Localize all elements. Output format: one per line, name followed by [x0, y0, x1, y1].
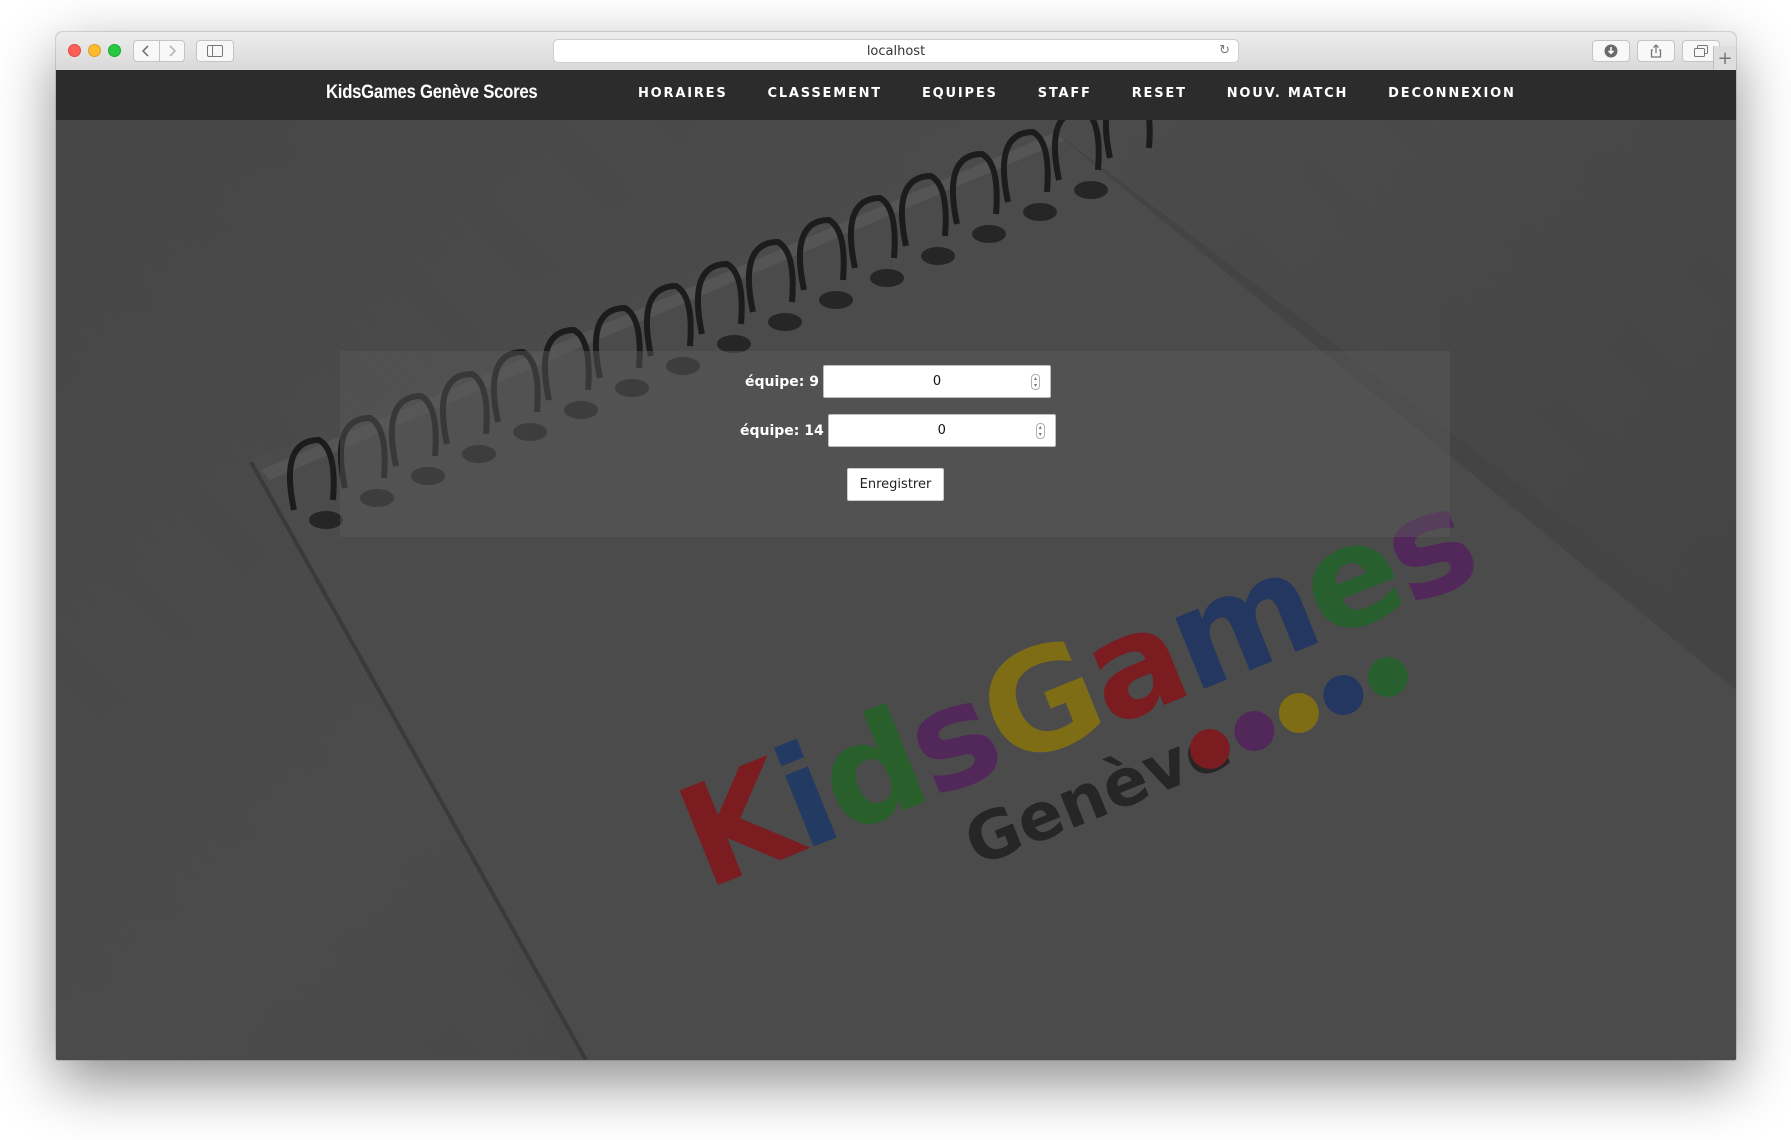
back-button[interactable]	[134, 41, 159, 61]
brand-title[interactable]: KidsGames Genève Scores	[326, 82, 538, 104]
team-2-score-input[interactable]: 0 ▴ ▾	[827, 414, 1056, 447]
main-menu: HORAIRES CLASSEMENT EQUIPES STAFF RESET …	[638, 86, 1556, 101]
number-spinner-icon[interactable]: ▴ ▾	[1035, 423, 1045, 439]
top-navbar: KidsGames Genève Scores HORAIRES CLASSEM…	[56, 70, 1736, 120]
url-text: localhost	[866, 43, 926, 59]
plus-icon: +	[1717, 47, 1733, 69]
nav-link-classement[interactable]: CLASSEMENT	[768, 86, 882, 101]
forward-button[interactable]	[158, 41, 185, 61]
team-1-score-value: 0	[932, 374, 942, 389]
save-button[interactable]: Enregistrer	[847, 468, 944, 501]
nav-link-reset[interactable]: RESET	[1132, 86, 1187, 101]
sidebar-icon	[207, 45, 223, 57]
nav-link-staff[interactable]: STAFF	[1038, 86, 1092, 101]
new-tab-button[interactable]: +	[1713, 46, 1736, 70]
chevron-right-icon	[169, 45, 176, 57]
address-bar[interactable]: localhost ↻	[553, 39, 1239, 63]
nav-link-equipes[interactable]: EQUIPES	[922, 86, 998, 101]
browser-window: localhost ↻ + KidsGames Genève KidsGames…	[56, 32, 1736, 1060]
minimize-window-button[interactable]	[88, 44, 101, 57]
reload-icon[interactable]: ↻	[1219, 43, 1230, 58]
nav-link-horaires[interactable]: HORAIRES	[638, 86, 728, 101]
share-icon	[1650, 44, 1662, 58]
zoom-window-button[interactable]	[108, 44, 121, 57]
team-2-score-value: 0	[937, 423, 946, 438]
download-icon	[1604, 44, 1618, 58]
team-1-label: équipe: 9	[745, 373, 820, 390]
team-2-label: équipe: 14	[740, 422, 824, 439]
team-1-score-row: équipe: 9 0 ▴ ▾	[745, 365, 1052, 398]
tabs-icon	[1694, 45, 1708, 57]
downloads-button[interactable]	[1592, 40, 1630, 62]
page-content: KidsGames Genève KidsGames Genève Scores…	[56, 70, 1736, 1060]
close-window-button[interactable]	[68, 44, 81, 57]
nav-link-logout[interactable]: DECONNEXION	[1388, 86, 1516, 101]
save-button-label: Enregistrer	[859, 477, 932, 492]
history-navigation	[133, 40, 185, 62]
team-2-score-row: équipe: 14 0 ▴ ▾	[740, 414, 1056, 447]
browser-titlebar: localhost ↻ +	[56, 32, 1736, 71]
sidebar-toggle-button[interactable]	[196, 40, 234, 62]
background-notebook-image: KidsGames Genève	[249, 84, 1736, 1060]
number-spinner-icon[interactable]: ▴ ▾	[1031, 374, 1041, 390]
nav-link-new-match[interactable]: NOUV. MATCH	[1227, 86, 1348, 101]
share-button[interactable]	[1637, 40, 1675, 62]
team-1-score-input[interactable]: 0 ▴ ▾	[823, 365, 1052, 398]
chevron-left-icon	[142, 45, 149, 57]
